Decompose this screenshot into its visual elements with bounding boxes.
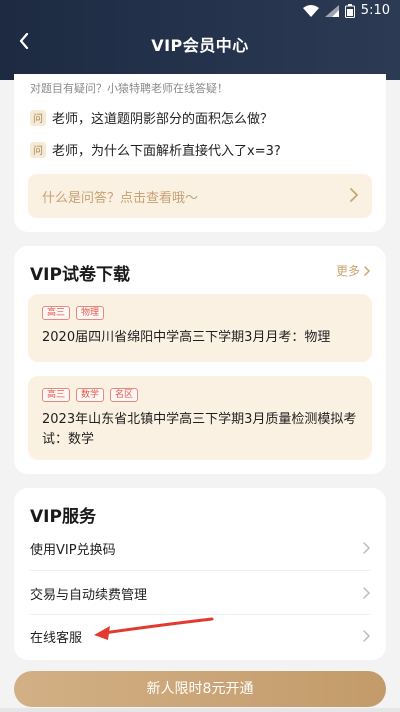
paper-tag: 高三 xyxy=(42,306,71,320)
online-service-item[interactable]: 在线客服 xyxy=(30,614,370,658)
chevron-right-icon xyxy=(350,188,358,202)
paper-tag: 数学 xyxy=(76,388,105,402)
vip-papers-title: VIP试卷下载 xyxy=(30,265,130,285)
paper-item[interactable]: 高三 物理 2020届四川省绵阳中学高三下学期3月月考：物理 xyxy=(28,294,372,362)
more-label: 更多 xyxy=(335,264,360,278)
chevron-right-icon xyxy=(363,587,370,599)
qa-question-text: 老师，这道题阴影部分的面积怎么做？ xyxy=(52,112,274,127)
chevron-right-icon xyxy=(363,630,370,642)
wifi-icon xyxy=(302,4,319,17)
qa-question-item: 问 老师，为什么下面解析直接代入了x=3? xyxy=(30,140,281,159)
vip-papers-card: VIP试卷下载 更多 高三 物理 2020届四川省绵阳中学高三下学期3月月考：物… xyxy=(14,246,386,474)
vip-services-title: VIP服务 xyxy=(30,507,96,527)
question-icon: 问 xyxy=(30,141,46,158)
service-item-label: 交易与自动续费管理 xyxy=(30,587,148,603)
service-item-label: 在线客服 xyxy=(30,630,83,646)
battery-icon xyxy=(344,3,355,18)
transaction-renewal-item[interactable]: 交易与自动续费管理 xyxy=(30,571,370,615)
qa-question-text: 老师，为什么下面解析直接代入了x=3? xyxy=(52,144,281,159)
paper-tags: 高三 物理 xyxy=(42,306,105,320)
app-header: 5:10 VIP会员中心 xyxy=(0,0,400,80)
paper-tag: 高三 xyxy=(42,388,71,402)
more-papers-link[interactable]: 更多 xyxy=(336,262,370,279)
open-vip-button[interactable]: 新人限时8元开通 xyxy=(14,671,386,707)
paper-item[interactable]: 高三 数学 名区 2023年山东省北镇中学高三下学期3月质量检测模拟考试：数学 xyxy=(28,376,372,460)
paper-tag: 物理 xyxy=(76,306,105,320)
signal-icon xyxy=(324,4,339,17)
paper-title: 2023年山东省北镇中学高三下学期3月质量检测模拟考试：数学 xyxy=(42,412,357,447)
paper-title: 2020届四川省绵阳中学高三下学期3月月考：物理 xyxy=(42,330,331,345)
home-indicator xyxy=(0,708,400,712)
bottom-bar: 新人限时8元开通 xyxy=(0,662,400,712)
paper-tag: 名区 xyxy=(110,388,139,402)
vip-services-card: VIP服务 使用VIP兑换码 交易与自动续费管理 在线客服 xyxy=(14,488,386,660)
status-time: 5:10 xyxy=(360,3,390,18)
redeem-code-item[interactable]: 使用VIP兑换码 xyxy=(30,526,370,570)
question-icon: 问 xyxy=(30,109,46,126)
qa-card: 对题目有疑问？小猿特聘老师在线答疑！ 问 老师，这道题阴影部分的面积怎么做？ 问… xyxy=(14,74,386,232)
service-item-label: 使用VIP兑换码 xyxy=(30,542,116,558)
what-is-qa-label: 什么是问答？点击查看哦～ xyxy=(42,191,199,206)
status-bar: 5:10 xyxy=(0,0,400,24)
qa-question-item: 问 老师，这道题阴影部分的面积怎么做？ xyxy=(30,108,273,127)
paper-tags: 高三 数学 名区 xyxy=(42,388,139,402)
what-is-qa-link[interactable]: 什么是问答？点击查看哦～ xyxy=(28,174,372,218)
page-title: VIP会员中心 xyxy=(151,36,249,55)
chevron-right-icon xyxy=(364,265,370,276)
chevron-right-icon xyxy=(363,542,370,554)
qa-hint-text: 对题目有疑问？小猿特聘老师在线答疑！ xyxy=(30,82,228,95)
